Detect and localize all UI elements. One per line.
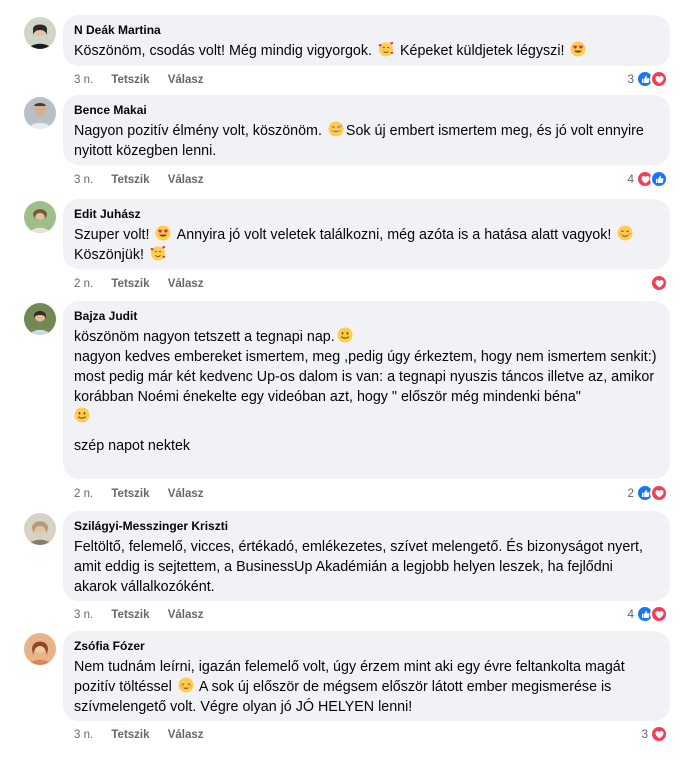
smiling-face-with-hearts-icon: [150, 245, 166, 261]
comment-text: Szuper volt! Annyira jó volt veletek tal…: [74, 225, 659, 265]
like-reaction-icon: [650, 170, 668, 188]
love-reaction-icon: [650, 484, 668, 502]
reaction-count: 3: [641, 727, 648, 741]
comment-bubble: Edit Juhász Szuper volt! Annyira jó volt…: [63, 199, 670, 269]
comment-time[interactable]: 3 n.: [74, 608, 93, 622]
avatar[interactable]: [24, 633, 56, 665]
avatar[interactable]: [24, 303, 56, 335]
comment-meta: 3 n. Tetszik Válasz: [74, 608, 219, 622]
reaction-summary[interactable]: 4: [627, 605, 668, 623]
smiling-face-with-hearts-icon: [378, 41, 394, 57]
like-link[interactable]: Tetszik: [111, 608, 149, 622]
reply-link[interactable]: Válasz: [168, 728, 204, 742]
like-link[interactable]: Tetszik: [111, 73, 149, 87]
smiling-blush-icon: [617, 225, 633, 241]
avatar[interactable]: [24, 97, 56, 129]
reaction-summary[interactable]: 2: [627, 484, 668, 502]
reaction-count: 4: [627, 607, 634, 621]
grinning-sweat-icon: [328, 121, 344, 137]
love-reaction-icon: [650, 605, 668, 623]
comment-text: Feltöltő, felemelő, vicces, értékadó, em…: [74, 539, 647, 595]
like-link[interactable]: Tetszik: [111, 487, 149, 501]
comment-time[interactable]: 2 n.: [74, 277, 93, 291]
relieved-face-icon: [178, 677, 194, 693]
reaction-count: 4: [627, 172, 634, 186]
love-reaction-icon: [650, 274, 668, 292]
reaction-summary[interactable]: 3: [627, 70, 668, 88]
comment-author[interactable]: Edit Juhász: [74, 206, 659, 222]
comment-bubble: Bajza Judit köszönöm nagyon tetszett a t…: [63, 301, 670, 479]
comment-author[interactable]: Bence Makai: [74, 102, 659, 118]
like-link[interactable]: Tetszik: [111, 728, 149, 742]
comment-time[interactable]: 3 n.: [74, 173, 93, 187]
comment-author[interactable]: N Deák Martina: [74, 22, 659, 38]
reply-link[interactable]: Válasz: [168, 487, 204, 501]
reaction-count: 2: [627, 486, 634, 500]
comment-author[interactable]: Bajza Judit: [74, 308, 659, 324]
like-link[interactable]: Tetszik: [111, 277, 149, 291]
reply-link[interactable]: Válasz: [168, 608, 204, 622]
comment-text: Nem tudnám leírni, igazán felemelő volt,…: [74, 659, 629, 715]
reaction-count: 3: [627, 72, 634, 86]
comment-bubble: Zsófia Fózer Nem tudnám leírni, igazán f…: [63, 631, 670, 721]
comment-time[interactable]: 3 n.: [74, 728, 93, 742]
comment-meta: 2 n. Tetszik Válasz: [74, 277, 219, 291]
comment-meta: 2 n. Tetszik Válasz: [74, 487, 219, 501]
comment-time[interactable]: 2 n.: [74, 487, 93, 501]
like-link[interactable]: Tetszik: [111, 173, 149, 187]
comment-bubble: Bence Makai Nagyon pozitív élmény volt, …: [63, 95, 670, 165]
comment-text: köszönöm nagyon tetszett a tegnapi nap. n…: [74, 327, 659, 454]
comment-meta: 3 n. Tetszik Válasz: [74, 73, 219, 87]
reaction-summary[interactable]: 4: [627, 170, 668, 188]
comment-text: Nagyon pozitív élmény volt, köszönöm. So…: [74, 121, 648, 159]
heart-eyes-icon: [570, 41, 586, 57]
comment-bubble: Szilágyi-Messzinger Kriszti Feltöltő, fe…: [63, 511, 670, 601]
smiling-face-icon: [337, 327, 353, 343]
reaction-summary[interactable]: [648, 274, 668, 292]
heart-eyes-icon: [155, 225, 171, 241]
avatar[interactable]: [24, 201, 56, 233]
reaction-summary[interactable]: 3: [641, 725, 668, 743]
comment-author[interactable]: Szilágyi-Messzinger Kriszti: [74, 518, 659, 534]
comment-meta: 3 n. Tetszik Válasz: [74, 173, 219, 187]
reply-link[interactable]: Válasz: [168, 173, 204, 187]
reply-link[interactable]: Válasz: [168, 277, 204, 291]
love-reaction-icon: [650, 70, 668, 88]
love-reaction-icon: [650, 725, 668, 743]
smiling-face-icon: [74, 407, 90, 423]
comment-meta: 3 n. Tetszik Válasz: [74, 728, 219, 742]
avatar[interactable]: [24, 513, 56, 545]
comment-author[interactable]: Zsófia Fózer: [74, 638, 659, 654]
comment-time[interactable]: 3 n.: [74, 73, 93, 87]
comment-text: Köszönöm, csodás volt! Még mindig vigyor…: [74, 41, 659, 61]
avatar[interactable]: [24, 17, 56, 49]
comment-bubble: N Deák Martina Köszönöm, csodás volt! Mé…: [63, 15, 670, 66]
reply-link[interactable]: Válasz: [168, 73, 204, 87]
